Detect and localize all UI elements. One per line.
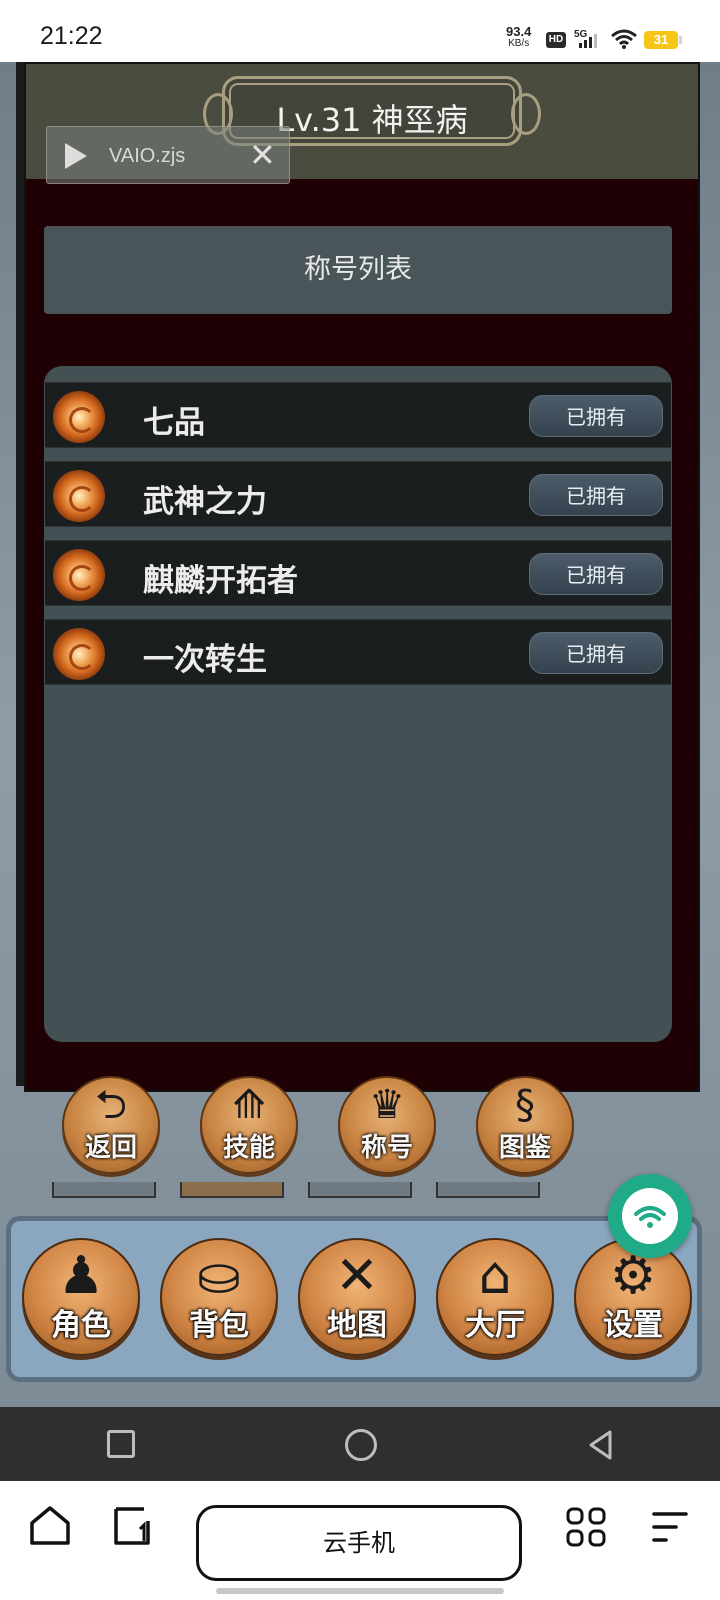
- owned-badge[interactable]: 已拥有: [529, 632, 663, 674]
- script-filename: VAIO.zjs: [109, 145, 186, 167]
- game-screen: Lv.31 神巠病 VAIO.zjs ✕ 称号列表 七品 已拥有 武神之力 已拥…: [0, 62, 720, 1407]
- title-name: 麒麟开拓者: [143, 563, 298, 599]
- item-strip: [20, 1182, 700, 1198]
- skill-button[interactable]: ⟰ 技能: [200, 1076, 298, 1174]
- dragon-icon: §: [515, 1082, 535, 1128]
- backpack-label: 背包: [189, 1308, 249, 1343]
- skill-label: 技能: [222, 1133, 275, 1163]
- tabs-icon[interactable]: [112, 1503, 154, 1547]
- title-row[interactable]: 麒麟开拓者 已拥有: [45, 540, 671, 606]
- hd-icon: HD: [546, 32, 566, 48]
- map-label: 地图: [327, 1308, 387, 1343]
- lobby-label: 大厅: [465, 1308, 525, 1343]
- lobby-button[interactable]: ⌂ 大厅: [436, 1238, 554, 1356]
- title-label: 称号: [360, 1133, 413, 1163]
- strip-slot[interactable]: [180, 1182, 284, 1198]
- title-button[interactable]: ♛ 称号: [338, 1076, 436, 1174]
- back-arrow-icon: ⮌: [94, 1082, 128, 1128]
- title-row[interactable]: 一次转生 已拥有: [45, 619, 671, 685]
- settings-button[interactable]: ⚙ 设置: [574, 1238, 692, 1356]
- floating-wifi-button[interactable]: [608, 1174, 692, 1258]
- swirl-icon: [53, 628, 105, 680]
- character-label: 角色: [51, 1308, 111, 1343]
- signal-5g-icon: 5G: [574, 29, 597, 48]
- backpack-button[interactable]: ⛀ 背包: [160, 1238, 278, 1356]
- recent-apps-icon[interactable]: [107, 1430, 135, 1458]
- swirl-icon: [53, 470, 105, 522]
- codex-label: 图鉴: [498, 1133, 551, 1163]
- character-button[interactable]: ♟ 角色: [22, 1238, 140, 1356]
- swirl-icon: [53, 549, 105, 601]
- owned-badge[interactable]: 已拥有: [529, 395, 663, 437]
- title-name: 武神之力: [143, 484, 267, 520]
- home-icon[interactable]: [28, 1503, 72, 1547]
- swirl-icon: [53, 391, 105, 443]
- home-circle-icon[interactable]: [345, 1429, 377, 1461]
- status-time: 21:22: [40, 22, 103, 50]
- crown-icon: ♛: [369, 1082, 405, 1128]
- back-button[interactable]: ⮌ 返回: [62, 1076, 160, 1174]
- network-type-label: 5G: [574, 29, 588, 40]
- address-bar[interactable]: 云手机: [196, 1505, 522, 1581]
- apps-grid-icon[interactable]: [566, 1507, 606, 1547]
- title-row[interactable]: 七品 已拥有: [45, 382, 671, 448]
- strip-slot[interactable]: [436, 1182, 540, 1198]
- browser-toolbar: 云手机: [0, 1481, 720, 1600]
- network-speed-unit: KB/s: [508, 38, 530, 49]
- title-name: 一次转生: [143, 642, 267, 678]
- network-speed: 93.4 KB/s: [506, 24, 532, 50]
- home-indicator[interactable]: [216, 1588, 504, 1594]
- play-icon[interactable]: [65, 143, 87, 169]
- network-speed-value: 93.4: [506, 24, 532, 39]
- house-icon: ⌂: [478, 1246, 512, 1306]
- bag-icon: ⛀: [197, 1246, 241, 1306]
- title-row[interactable]: 武神之力 已拥有: [45, 461, 671, 527]
- battery-icon: 31: [644, 31, 682, 49]
- wizard-icon: ♟: [57, 1246, 105, 1306]
- gears-icon: ⚙: [609, 1246, 657, 1306]
- title-list-header: 称号列表: [44, 226, 672, 314]
- status-bar: 21:22 93.4 KB/s HD 5G 31: [0, 0, 720, 62]
- map-button[interactable]: ✕ 地图: [298, 1238, 416, 1356]
- owned-badge[interactable]: 已拥有: [529, 474, 663, 516]
- script-recorder[interactable]: VAIO.zjs ✕: [46, 126, 290, 184]
- title-name: 七品: [143, 405, 205, 441]
- menu-icon[interactable]: [650, 1509, 690, 1545]
- wifi-icon: [611, 29, 637, 49]
- back-label: 返回: [84, 1133, 137, 1163]
- owned-badge[interactable]: 已拥有: [529, 553, 663, 595]
- wifi-icon: [634, 1206, 666, 1228]
- settings-label: 设置: [603, 1308, 663, 1343]
- back-triangle-icon[interactable]: [586, 1429, 616, 1461]
- crossed-swords-icon: ✕: [335, 1246, 379, 1306]
- system-nav-bar: [0, 1407, 720, 1481]
- close-icon[interactable]: ✕: [249, 135, 276, 175]
- fab-inner: [622, 1188, 678, 1244]
- codex-button[interactable]: § 图鉴: [476, 1076, 574, 1174]
- strip-slot[interactable]: [52, 1182, 156, 1198]
- skill-icon: ⟰: [232, 1082, 266, 1128]
- strip-slot[interactable]: [308, 1182, 412, 1198]
